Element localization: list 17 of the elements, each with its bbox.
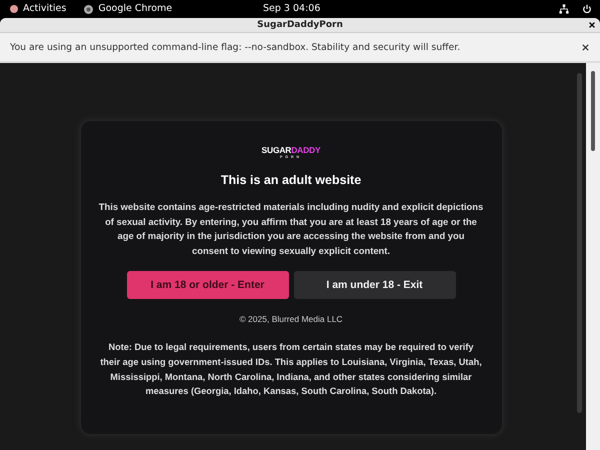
clock[interactable]: Sep 3 04:06 [263,3,320,15]
legal-note: Note: Due to legal requirements, users from certain states may be required to verify their age using government-issued IDs. This applies to Louisiana, Virginia, Texas, Utah, Mississippi, Montana, North Carolina, Indiana, and other states considering similar measures (Georgia, Idaho, Kansas, South Carolina, South Dakota). [99,341,483,398]
power-icon[interactable] [582,4,592,14]
app-menu[interactable]: Google Chrome [84,3,172,15]
warning-message: You are using an unsupported command-line flag: --no-sandbox. Stability and security will suffer. [10,42,460,52]
scrollbar[interactable] [586,63,600,450]
close-icon[interactable] [588,21,596,29]
close-icon[interactable] [581,42,590,52]
enter-button[interactable]: I am 18 or older - Enter [126,271,288,300]
network-icon[interactable] [559,4,569,14]
activities-button[interactable]: Activities [10,3,66,15]
window-title: SugarDaddyPorn [257,20,343,30]
exit-button[interactable]: I am under 18 - Exit [294,271,456,300]
heading: This is an adult website [220,173,362,187]
disclaimer-text: This website contains age-restricted materials including nudity and explicit depictions of sexual activity. By entering, you affirm that you are at least 18 years of age or the age of majority in the jurisdiction you are accessing the website from and you consent to viewing sexually explicit content. [98,200,484,258]
copyright: © 2025, Blurred Media LLC [239,314,343,324]
browser-icon [84,4,94,14]
